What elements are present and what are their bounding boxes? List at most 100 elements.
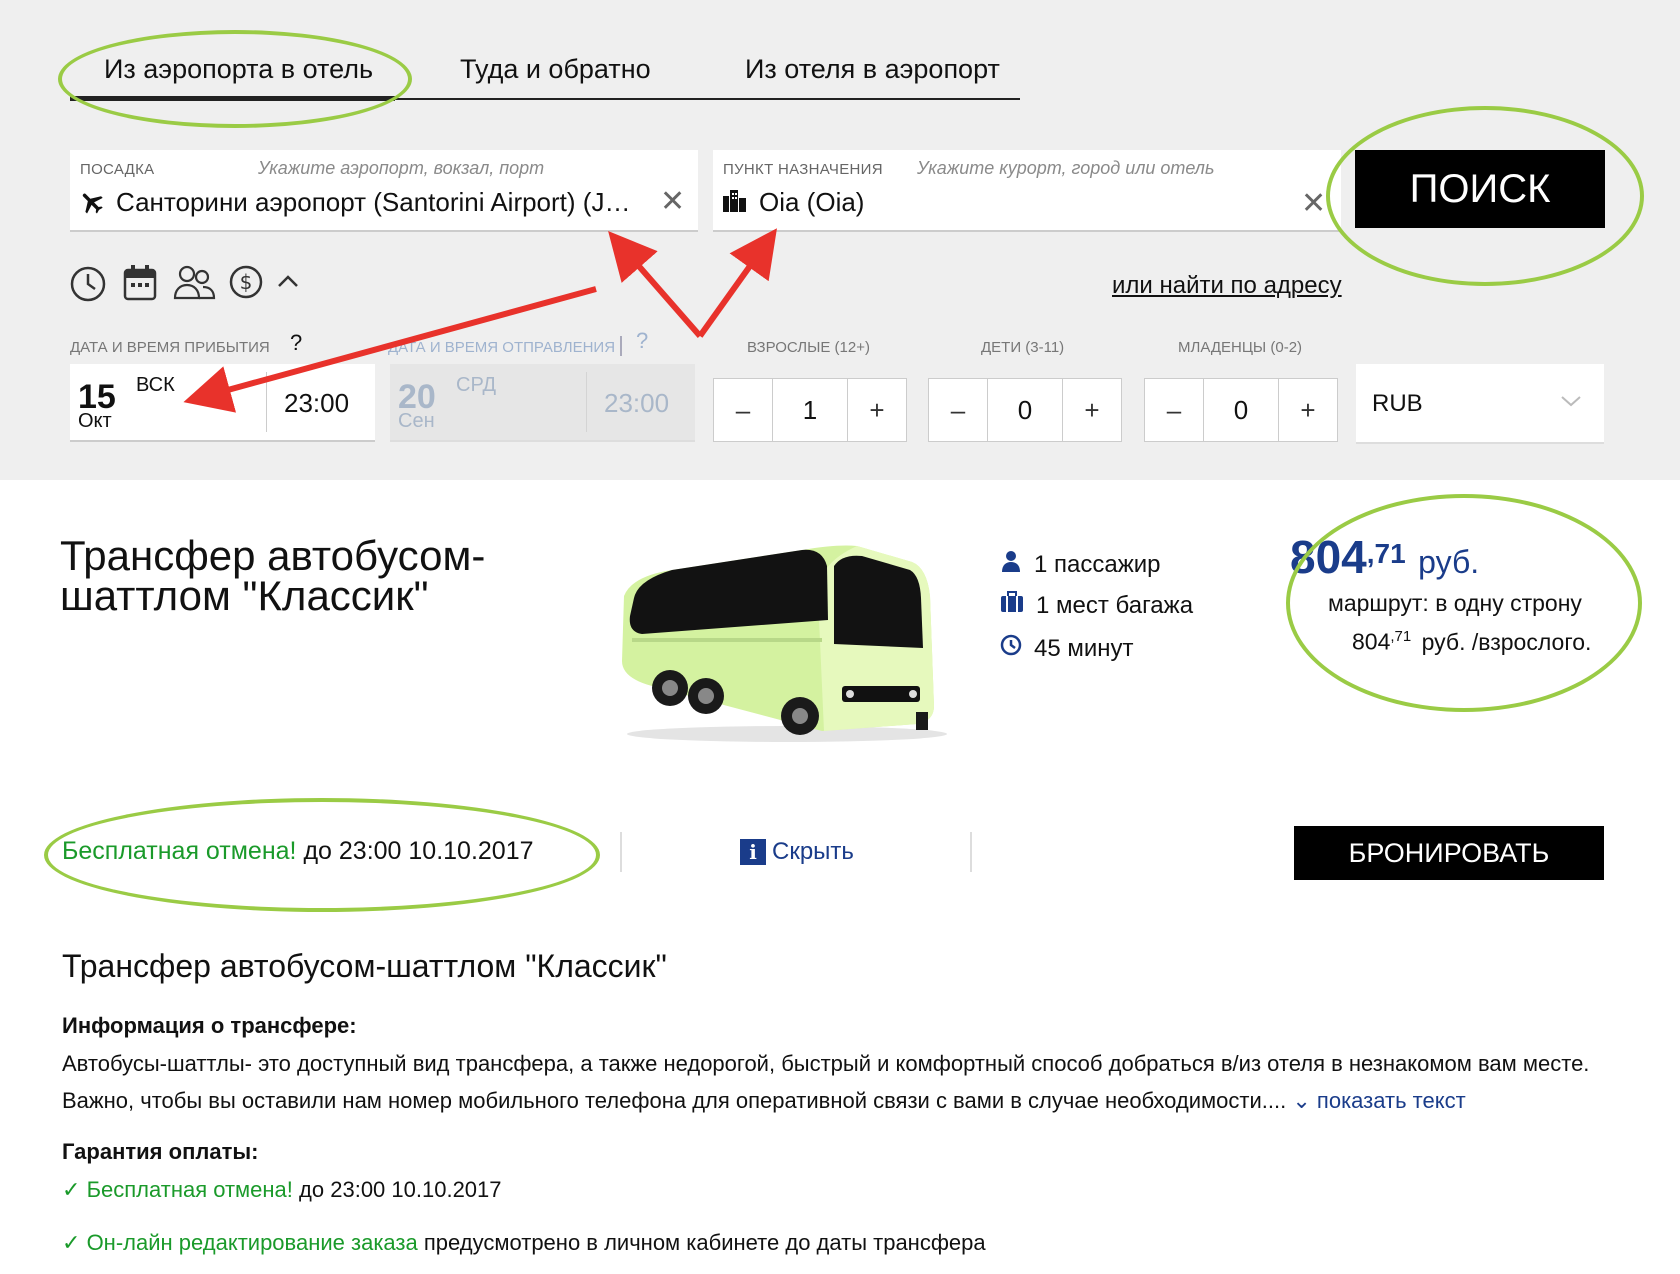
check-icon: ✓: [62, 1230, 81, 1255]
destination-clear-icon[interactable]: ✕: [1301, 186, 1326, 221]
destination-value[interactable]: Oia (Oia): [759, 187, 1259, 218]
departure-help-icon[interactable]: ?: [636, 328, 648, 354]
infants-label: МЛАДЕНЦЫ (0-2): [1178, 339, 1303, 356]
free-cancel-info: Бесплатная отмена! до 23:00 10.10.2017: [62, 837, 534, 866]
children-minus-button[interactable]: –: [929, 379, 988, 441]
guarantee-item-1: ✓ Бесплатная отмена! до 23:00 10.10.2017: [62, 1177, 502, 1203]
infants-minus-button[interactable]: –: [1145, 379, 1204, 441]
search-button[interactable]: ПОИСК: [1355, 150, 1605, 228]
infants-stepper[interactable]: – 0 +: [1144, 378, 1338, 442]
guarantee-2-rest: предусмотрено в личном кабинете до даты …: [423, 1230, 986, 1255]
info-line2-text: Важно, чтобы вы оставили нам номер мобил…: [62, 1088, 1287, 1113]
bus-image: [622, 545, 947, 742]
city-icon: [721, 188, 749, 217]
destination-label: ПУНКТ НАЗНАЧЕНИЯ: [723, 161, 883, 178]
price-decimal: ,71: [1366, 537, 1406, 569]
departure-weekday: СРД: [456, 374, 496, 396]
arrival-time[interactable]: 23:00: [284, 388, 349, 419]
passengers-info: 1 пассажир: [1000, 550, 1161, 579]
duration-info: 45 минут: [1000, 634, 1134, 663]
calendar-icon[interactable]: [122, 264, 158, 307]
adults-minus-button[interactable]: –: [714, 379, 773, 441]
pickup-value[interactable]: Санторини аэропорт (Santorini Airport) (…: [116, 187, 646, 218]
arrival-weekday: ВСК: [136, 374, 175, 396]
details-title: Трансфер автобусом-шаттлом "Классик": [62, 948, 667, 984]
children-plus-button[interactable]: +: [1062, 379, 1121, 441]
currency-value: RUB: [1372, 390, 1423, 417]
chevron-up-icon[interactable]: [276, 272, 300, 295]
departure-date-picker: 20 СРД Сен 23:00: [390, 364, 695, 442]
per-adult-suffix: руб. /взрослого.: [1421, 628, 1592, 655]
info-icon: i: [740, 839, 766, 865]
person-icon: [1000, 550, 1034, 579]
book-button[interactable]: БРОНИРОВАТЬ: [1294, 826, 1604, 880]
per-adult-integer: 804: [1352, 628, 1391, 655]
infants-plus-button[interactable]: +: [1278, 379, 1337, 441]
destination-field[interactable]: ПУНКТ НАЗНАЧЕНИЯ Укажите курорт, город и…: [713, 150, 1341, 232]
arrival-month: Окт: [78, 410, 112, 432]
guarantee-1-green: Бесплатная отмена!: [86, 1177, 293, 1202]
transfer-info-line2: Важно, чтобы вы оставили нам номер мобил…: [62, 1088, 1466, 1114]
children-value[interactable]: 0: [988, 379, 1062, 441]
children-stepper[interactable]: – 0 +: [928, 378, 1122, 442]
airplane-icon: [78, 188, 106, 221]
departure-label: ДАТА И ВРЕМЯ ОТПРАВЛЕНИЯ: [388, 339, 616, 356]
free-cancel-label: Бесплатная отмена!: [62, 837, 297, 865]
free-cancel-until: до 23:00 10.10.2017: [303, 837, 534, 865]
clock-icon[interactable]: [70, 266, 106, 307]
currency-select[interactable]: RUB: [1356, 364, 1604, 444]
per-adult-decimal: ,71: [1390, 628, 1412, 645]
pickup-label: ПОСАДКА: [80, 161, 155, 178]
row-divider-1: [620, 832, 622, 872]
adults-stepper[interactable]: – 1 +: [713, 378, 907, 442]
row-divider-2: [970, 832, 972, 872]
price-currency: руб.: [1418, 544, 1480, 580]
adults-label: ВЗРОСЛЫЕ (12+): [747, 339, 870, 356]
departure-divider: [586, 372, 587, 432]
arrival-date-picker[interactable]: 15 ВСК Окт 23:00: [70, 364, 375, 442]
guarantee-item-2: ✓ Он-лайн редактирование заказа предусмо…: [62, 1230, 986, 1256]
pickup-clear-icon[interactable]: ✕: [660, 184, 685, 219]
price-per-adult: 804,71 руб. /взрослого.: [1352, 628, 1591, 656]
transfer-info-heading: Информация о трансфере:: [62, 1013, 357, 1038]
label-divider: [620, 336, 622, 356]
show-text-link[interactable]: ⌄ показать текст: [1292, 1088, 1465, 1113]
guarantee-1-rest: до 23:00 10.10.2017: [299, 1177, 502, 1202]
duration-text: 45 минут: [1034, 634, 1134, 662]
departure-time: 23:00: [604, 388, 670, 418]
price: 804,71 руб.: [1290, 530, 1590, 584]
result-title: Трансфер автобусом-шаттлом "Классик": [60, 532, 486, 619]
check-icon: ✓: [62, 1177, 81, 1202]
double-chevron-icon: ⌄: [1292, 1088, 1311, 1113]
svg-text:$: $: [240, 270, 253, 294]
arrival-divider: [266, 372, 267, 432]
pickup-hint: Укажите аэропорт, вокзал, порт: [258, 158, 545, 178]
infants-value[interactable]: 0: [1204, 379, 1278, 441]
price-integer: 804: [1290, 531, 1367, 583]
transfer-info-line1: Автобусы-шаттлы- это доступный вид транс…: [62, 1051, 1590, 1076]
route-type: маршрут: в одну строну: [1328, 590, 1582, 616]
adults-value[interactable]: 1: [773, 379, 847, 441]
pickup-field[interactable]: ПОСАДКА Укажите аэропорт, вокзал, порт С…: [70, 150, 698, 232]
luggage-text: 1 мест багажа: [1036, 591, 1194, 619]
departure-month: Сен: [398, 410, 435, 432]
address-search-link[interactable]: или найти по адресу: [1112, 272, 1342, 300]
destination-hint: Укажите курорт, город или отель: [917, 158, 1215, 178]
tab-airport-to-hotel[interactable]: Из аэропорта в отель: [104, 54, 373, 85]
clock-icon: [1000, 634, 1034, 663]
arrival-help-icon[interactable]: ?: [290, 330, 302, 356]
hide-label[interactable]: Скрыть: [772, 838, 854, 866]
chevron-down-icon: [1560, 394, 1582, 413]
adults-plus-button[interactable]: +: [847, 379, 906, 441]
show-text-label[interactable]: показать текст: [1317, 1088, 1466, 1113]
people-icon[interactable]: [172, 264, 216, 307]
active-tab-indicator: [70, 96, 395, 101]
hide-toggle[interactable]: i Скрыть: [740, 838, 854, 866]
tab-round-trip[interactable]: Туда и обратно: [460, 54, 651, 85]
suitcase-icon: [1000, 591, 1036, 620]
dollar-icon[interactable]: $: [228, 264, 264, 305]
arrival-label: ДАТА И ВРЕМЯ ПРИБЫТИЯ: [70, 339, 270, 356]
tab-hotel-to-airport[interactable]: Из отеля в аэропорт: [745, 54, 1000, 85]
guarantee-2-green: Он-лайн редактирование заказа: [86, 1230, 418, 1255]
payment-guarantee-heading: Гарантия оплаты:: [62, 1139, 259, 1164]
